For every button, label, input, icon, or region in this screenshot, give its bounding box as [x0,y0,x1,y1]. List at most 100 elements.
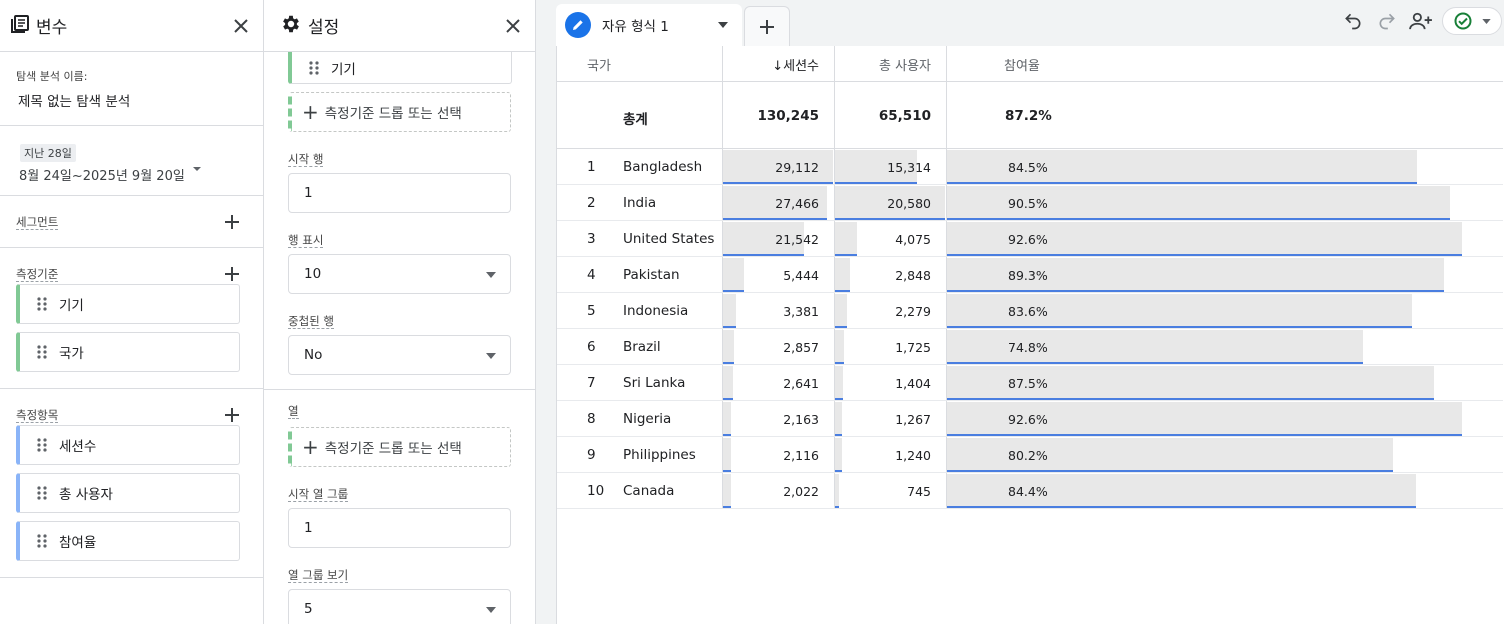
chevron-down-icon [486,272,496,278]
tab-label: 자유 형식 1 [602,19,669,35]
table-row[interactable]: 4 Pakistan 5,444 2,848 89.3% [557,257,1503,293]
row-rank: 5 [587,303,596,319]
row-country: Philippines [623,447,696,463]
exploration-canvas: 자유 형식 1 국가 ↓세션수 총 사용자 참여율 총계 130,245 65,… [536,0,1504,624]
settings-title: 설정 [308,18,340,38]
row-total-users: 1,240 [895,448,931,463]
header-total-users[interactable]: 총 사용자 [835,46,931,82]
row-sessions: 2,022 [783,484,819,499]
start-column-group-input[interactable]: 1 [288,508,511,548]
row-rank: 8 [587,411,596,427]
metric-label: 총 사용자 [59,487,113,503]
row-engagement-rate: 92.6% [1008,412,1048,427]
header-engagement-rate[interactable]: 참여율 [1004,46,1040,82]
header-country[interactable]: 국가 [587,46,611,82]
totals-row: 총계 130,245 65,510 87.2% [557,82,1503,148]
dimension-chip-device[interactable]: 기기 [16,284,240,324]
variables-panel: 변수 탐색 분석 이름: 제목 없는 탐색 분석 지난 28일 8월 24일~2… [0,0,264,624]
row-engagement-rate: 84.4% [1008,484,1048,499]
drag-handle-icon[interactable] [37,534,47,548]
redo-icon[interactable] [1370,6,1404,36]
status-menu-button[interactable] [1442,7,1502,35]
row-engagement-rate: 80.2% [1008,448,1048,463]
drag-handle-icon[interactable] [309,60,319,75]
show-column-groups-select[interactable]: 5 [288,589,511,624]
row-sessions: 3,381 [783,304,819,319]
table-row[interactable]: 10 Canada 2,022 745 84.4% [557,473,1503,509]
plus-icon [760,19,774,34]
chevron-down-icon [1481,18,1491,24]
drag-handle-icon[interactable] [37,486,47,500]
drag-handle-icon[interactable] [37,297,47,311]
metric-chip-engagement-rate[interactable]: 참여율 [16,521,240,561]
table-row[interactable]: 6 Brazil 2,857 1,725 74.8% [557,329,1503,365]
row-engagement-rate: 90.5% [1008,196,1048,211]
table-row[interactable]: 3 United States 21,542 4,075 92.6% [557,221,1503,257]
drag-handle-icon[interactable] [37,345,47,359]
table-row[interactable]: 1 Bangladesh 29,112 15,314 84.5% [557,149,1503,185]
divider [264,389,535,390]
show-column-groups-value: 5 [304,601,313,617]
row-total-users: 2,848 [895,268,931,283]
show-column-groups-label: 열 그룹 보기 [288,568,349,583]
segments-title: 세그먼트 [16,214,59,230]
add-metric-button[interactable] [223,406,241,424]
row-total-users: 1,267 [895,412,931,427]
date-range-selector[interactable]: 지난 28일 8월 24일~2025년 9월 20일 [0,126,263,196]
row-dimension-chip[interactable]: 기기 [288,52,512,84]
row-engagement-rate: 87.5% [1008,376,1048,391]
start-column-group-label: 시작 열 그룹 [288,487,349,502]
start-row-input[interactable]: 1 [288,173,511,213]
segments-section: 세그먼트 [0,196,263,248]
plus-icon: + [302,100,319,124]
row-country: Indonesia [623,303,689,319]
row-country: United States [623,231,715,247]
table-row[interactable]: 7 Sri Lanka 2,641 1,404 87.5% [557,365,1503,401]
header-sessions[interactable]: ↓세션수 [723,46,819,82]
exploration-name-value[interactable]: 제목 없는 탐색 분석 [18,90,247,110]
row-rank: 2 [587,195,596,211]
row-engagement-rate: 74.8% [1008,340,1048,355]
row-country: Brazil [623,339,661,355]
plus-icon: + [302,435,319,459]
nested-rows-select[interactable]: No [288,335,511,375]
settings-panel: 설정 기기 + 측정기준 드롭 또는 선택 시작 행 1 행 표시 10 중첩된… [264,0,536,624]
nested-rows-label: 중첩된 행 [288,314,334,329]
tab-freeform-1[interactable]: 자유 형식 1 [556,4,742,46]
table-row[interactable]: 5 Indonesia 3,381 2,279 83.6% [557,293,1503,329]
date-preset-chip: 지난 28일 [20,144,76,162]
row-sessions: 2,641 [783,376,819,391]
table-row[interactable]: 9 Philippines 2,116 1,240 80.2% [557,437,1503,473]
variables-icon [10,14,30,38]
share-user-icon[interactable] [1404,6,1438,36]
row-dimension-drop-zone[interactable]: + 측정기준 드롭 또는 선택 [288,92,511,132]
undo-icon[interactable] [1336,6,1370,36]
row-rank: 1 [587,159,596,175]
metric-chip-sessions[interactable]: 세션수 [16,425,240,465]
metrics-title: 측정항목 [16,407,59,423]
metrics-section: 측정항목 세션수 총 사용자 참여율 [0,389,263,578]
row-total-users: 15,314 [887,160,931,175]
close-icon[interactable] [229,14,253,38]
add-tab-button[interactable] [744,6,790,46]
freeform-table: 국가 ↓세션수 총 사용자 참여율 총계 130,245 65,510 87.2… [556,46,1504,624]
dimension-chip-country[interactable]: 국가 [16,332,240,372]
row-rank: 4 [587,267,596,283]
add-segment-button[interactable] [223,213,241,231]
totals-sessions: 130,245 [757,108,820,124]
metric-chip-total-users[interactable]: 총 사용자 [16,473,240,513]
table-row[interactable]: 8 Nigeria 2,163 1,267 92.6% [557,401,1503,437]
table-row[interactable]: 2 India 27,466 20,580 90.5% [557,185,1503,221]
row-sessions: 27,466 [775,196,819,211]
close-icon[interactable] [501,14,525,38]
drag-handle-icon[interactable] [37,438,47,452]
chevron-down-icon[interactable] [718,22,728,28]
date-range-text: 8월 24일~2025년 9월 20일 [19,169,185,184]
chevron-down-icon[interactable] [192,157,202,176]
row-rank: 10 [587,483,605,499]
column-dimension-drop-zone[interactable]: + 측정기준 드롭 또는 선택 [288,427,511,467]
show-rows-select[interactable]: 10 [288,254,511,294]
add-dimension-button[interactable] [223,265,241,283]
row-rank: 3 [587,231,596,247]
show-rows-label: 행 표시 [288,233,324,248]
